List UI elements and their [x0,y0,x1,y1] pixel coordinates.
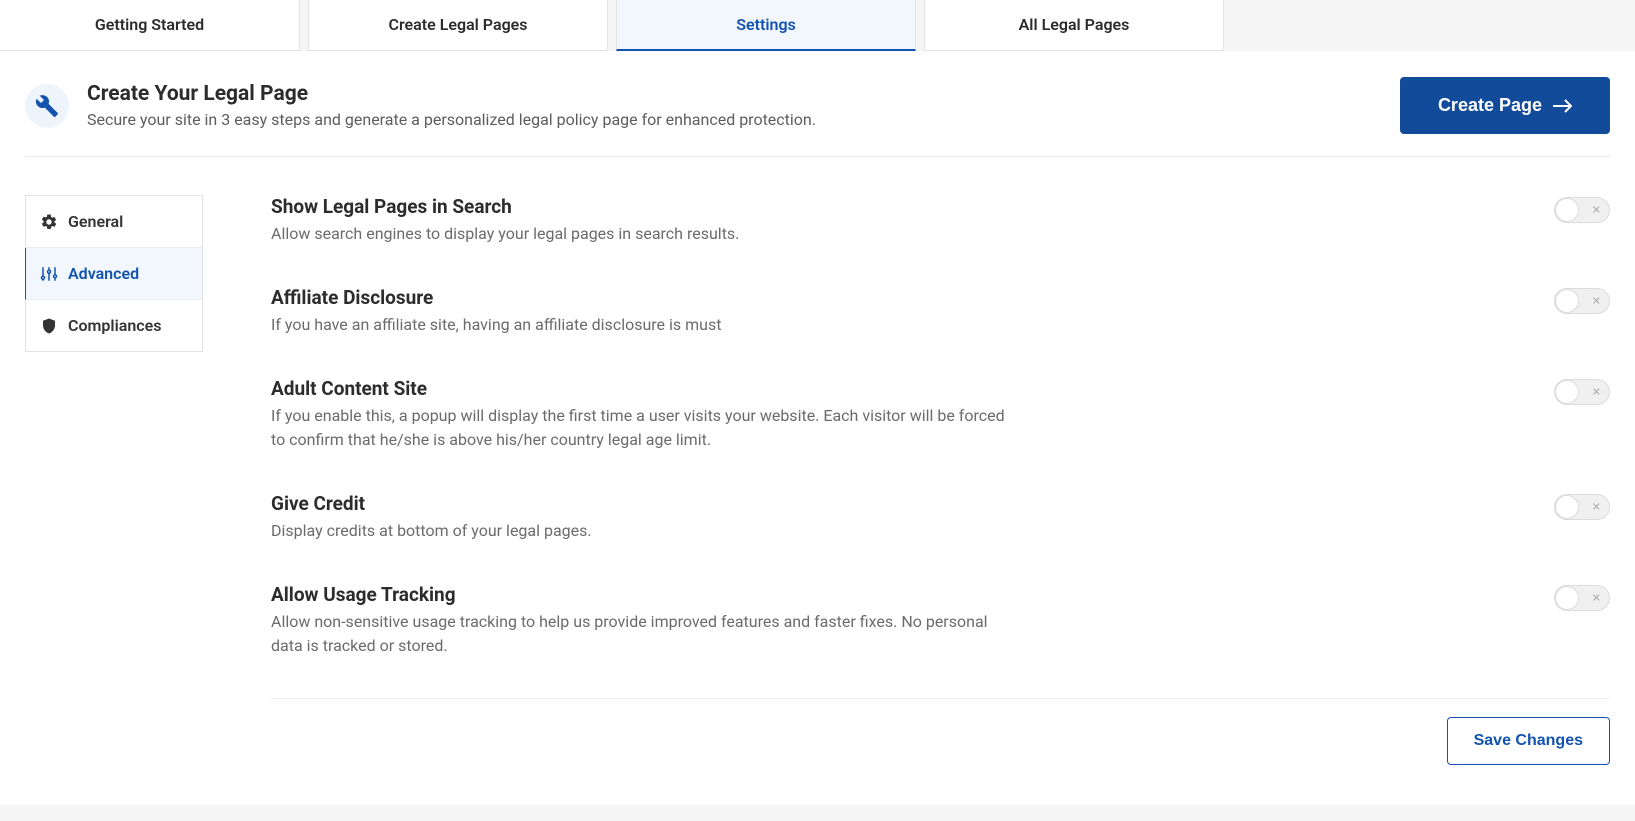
sidebar-item-compliances[interactable]: Compliances [26,300,202,351]
toggle-usage-tracking[interactable]: ✕ [1554,585,1610,611]
toggle-knob [1555,495,1579,519]
create-page-button[interactable]: Create Page [1400,77,1610,134]
create-page-label: Create Page [1438,95,1542,116]
content-footer: Save Changes [271,698,1610,765]
sidebar-item-general[interactable]: General [26,196,202,248]
gear-icon [40,213,58,231]
tab-all-legal-pages[interactable]: All Legal Pages [924,0,1224,51]
setting-give-credit: Give Credit Display credits at bottom of… [271,492,1610,543]
setting-title: Adult Content Site [271,377,1011,400]
top-tabs: Getting Started Create Legal Pages Setti… [0,0,1635,51]
x-icon: ✕ [1592,501,1601,514]
setting-adult-content: Adult Content Site If you enable this, a… [271,377,1610,452]
settings-sidebar: General Advanced Compliances [25,195,203,352]
header-row: Create Your Legal Page Secure your site … [25,71,1610,157]
sliders-icon [40,265,58,283]
tab-create-legal-pages[interactable]: Create Legal Pages [308,0,608,51]
setting-affiliate-disclosure: Affiliate Disclosure If you have an affi… [271,286,1610,337]
toggle-knob [1555,289,1579,313]
shield-icon [40,317,58,335]
setting-title: Allow Usage Tracking [271,583,1011,606]
header-text: Create Your Legal Page Secure your site … [87,82,816,129]
setting-title: Show Legal Pages in Search [271,195,1011,218]
toggle-adult-content[interactable]: ✕ [1554,379,1610,405]
sidebar-item-advanced[interactable]: Advanced [25,248,202,300]
page-body: Create Your Legal Page Secure your site … [0,51,1635,805]
setting-desc: Allow non-sensitive usage tracking to he… [271,610,1011,658]
sidebar-label: Compliances [68,316,161,335]
toggle-knob [1555,380,1579,404]
arrow-right-icon [1552,99,1572,113]
setting-desc: Allow search engines to display your leg… [271,222,1011,246]
toggle-show-in-search[interactable]: ✕ [1554,197,1610,223]
save-changes-button[interactable]: Save Changes [1447,717,1610,765]
settings-content: Show Legal Pages in Search Allow search … [203,195,1610,765]
wrench-icon [25,84,69,128]
setting-desc: Display credits at bottom of your legal … [271,519,1011,543]
toggle-give-credit[interactable]: ✕ [1554,494,1610,520]
page-subtitle: Secure your site in 3 easy steps and gen… [87,110,816,129]
setting-desc: If you have an affiliate site, having an… [271,313,1011,337]
toggle-knob [1555,198,1579,222]
toggle-knob [1555,586,1579,610]
sidebar-label: Advanced [68,264,139,283]
setting-usage-tracking: Allow Usage Tracking Allow non-sensitive… [271,583,1610,658]
x-icon: ✕ [1592,386,1601,399]
body-row: General Advanced Compliances [25,195,1610,765]
tab-getting-started[interactable]: Getting Started [0,0,300,51]
tab-settings[interactable]: Settings [616,0,916,51]
x-icon: ✕ [1592,592,1601,605]
page-title: Create Your Legal Page [87,82,816,106]
x-icon: ✕ [1592,295,1601,308]
header-left: Create Your Legal Page Secure your site … [25,82,816,129]
setting-title: Affiliate Disclosure [271,286,1011,309]
setting-title: Give Credit [271,492,1011,515]
sidebar-label: General [68,212,123,231]
x-icon: ✕ [1592,204,1601,217]
toggle-affiliate-disclosure[interactable]: ✕ [1554,288,1610,314]
setting-show-in-search: Show Legal Pages in Search Allow search … [271,195,1610,246]
setting-desc: If you enable this, a popup will display… [271,404,1011,452]
